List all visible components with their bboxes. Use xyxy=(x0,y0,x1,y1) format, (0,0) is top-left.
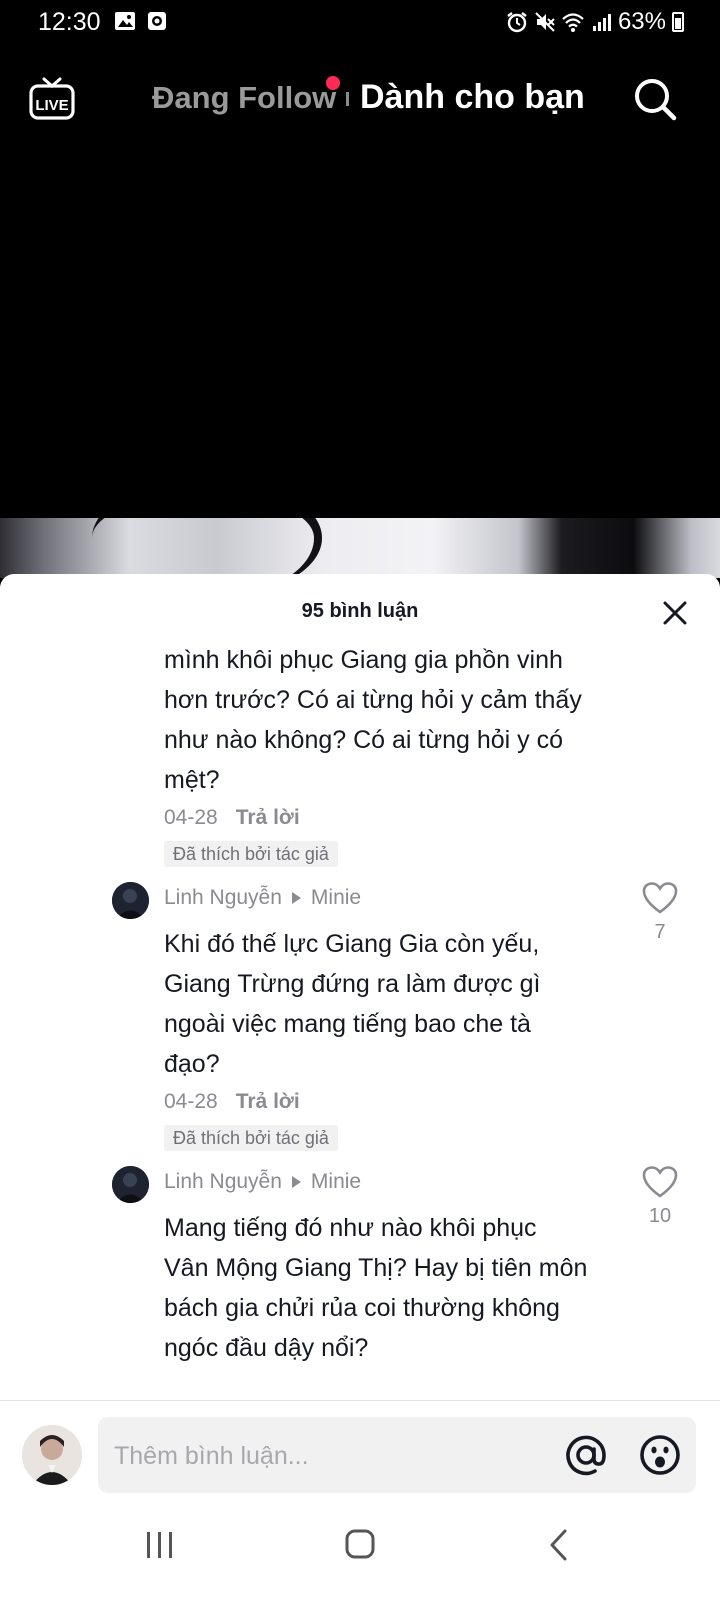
tab-following[interactable]: Đang Follow xyxy=(152,80,336,116)
home-icon[interactable] xyxy=(344,1528,376,1560)
status-bar: 12:30 63% xyxy=(0,0,720,46)
svg-text:LIVE: LIVE xyxy=(35,97,68,114)
top-nav: LIVE Đang Follow Dành cho bạn xyxy=(0,62,720,132)
like-control: 10 xyxy=(640,1166,680,1228)
recent-apps-icon[interactable] xyxy=(144,1530,176,1560)
mention-icon[interactable] xyxy=(564,1433,608,1477)
comment-author: Linh Nguyễn Minie xyxy=(164,1170,361,1194)
author-name[interactable]: Linh Nguyễn xyxy=(164,886,282,910)
status-time: 12:30 xyxy=(38,8,101,36)
emoji-icon[interactable] xyxy=(638,1433,682,1477)
comment-input-container xyxy=(98,1417,696,1493)
comment-input[interactable] xyxy=(112,1435,536,1477)
like-control: 7 xyxy=(640,882,680,944)
comment-date: 04-28 xyxy=(164,1090,218,1113)
heart-icon[interactable] xyxy=(642,882,678,914)
screen-record-icon xyxy=(148,12,166,30)
comment-date: 04-28 xyxy=(164,806,218,829)
reply-button[interactable]: Trả lời xyxy=(236,1090,300,1114)
back-icon[interactable] xyxy=(548,1528,570,1562)
nav-divider xyxy=(346,92,349,106)
reply-arrow-icon xyxy=(291,1176,301,1188)
avatar[interactable] xyxy=(112,882,149,919)
search-icon[interactable] xyxy=(632,76,678,122)
like-count: 7 xyxy=(654,921,666,943)
close-icon[interactable] xyxy=(660,598,690,628)
heart-icon[interactable] xyxy=(642,1166,678,1198)
comment-text: Khi đó thế lực Giang Gia còn yếu, Giang … xyxy=(164,930,541,1078)
live-icon[interactable]: LIVE xyxy=(28,74,76,122)
battery-percent: 63% xyxy=(617,8,666,35)
mute-icon xyxy=(535,12,555,32)
author-name[interactable]: Linh Nguyễn xyxy=(164,1170,282,1194)
system-nav-bar xyxy=(0,1496,720,1600)
reply-button[interactable]: Trả lời xyxy=(236,806,300,830)
comment-meta: 04-28 Trả lời xyxy=(164,1090,300,1114)
my-avatar[interactable] xyxy=(22,1425,82,1485)
avatar[interactable] xyxy=(112,1166,149,1203)
comment-text: mình khôi phục Giang gia phồn vinh hơn t… xyxy=(164,646,582,794)
reply-to-name[interactable]: Minie xyxy=(311,886,361,910)
comment-meta: 04-28 Trả lời xyxy=(164,806,300,830)
comment-text: Mang tiếng đó như nào khôi phục Vân Mộng… xyxy=(164,1214,588,1362)
battery-icon xyxy=(672,12,684,32)
like-count: 10 xyxy=(648,1205,672,1227)
video-preview[interactable] xyxy=(0,518,720,578)
reply-to-name[interactable]: Minie xyxy=(311,1170,361,1194)
tab-for-you[interactable]: Dành cho bạn xyxy=(360,78,585,117)
liked-by-author-badge: Đã thích bởi tác giả xyxy=(164,1125,338,1151)
gallery-icon xyxy=(115,12,135,30)
comments-count-title: 95 bình luận xyxy=(301,600,419,622)
liked-by-author-badge: Đã thích bởi tác giả xyxy=(164,841,338,867)
reply-arrow-icon xyxy=(291,892,301,904)
video-frame xyxy=(92,518,322,578)
alarm-icon xyxy=(507,12,527,33)
signal-icon xyxy=(592,14,611,31)
wifi-icon xyxy=(562,13,584,32)
comment-input-bar xyxy=(0,1400,720,1497)
notification-dot xyxy=(326,76,340,90)
comment-author: Linh Nguyễn Minie xyxy=(164,886,361,910)
